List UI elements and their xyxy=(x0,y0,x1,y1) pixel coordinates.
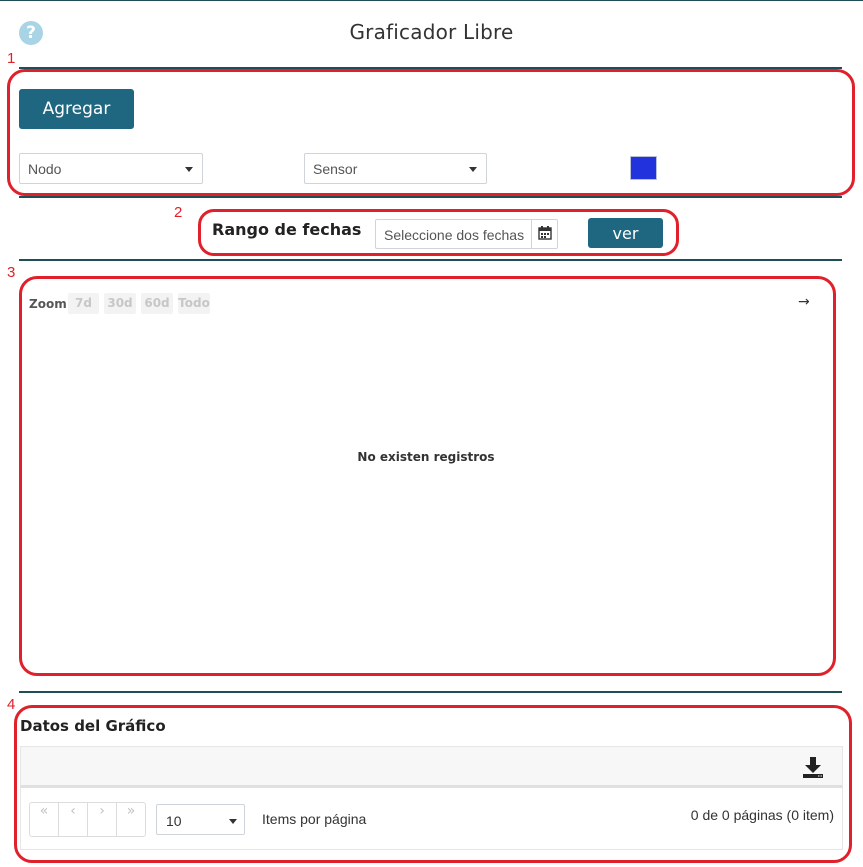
divider-4 xyxy=(19,691,842,693)
next-page-button[interactable]: › xyxy=(88,803,117,836)
top-rule xyxy=(0,0,863,1)
first-page-button[interactable]: « xyxy=(30,803,59,836)
zoom-7d-button[interactable]: 7d xyxy=(68,293,99,314)
sensor-select-value: Sensor xyxy=(313,161,358,177)
node-select-value: Nodo xyxy=(28,161,62,177)
calendar-icon[interactable] xyxy=(531,220,557,248)
zoom-label: Zoom xyxy=(29,297,67,311)
table-pager: « ‹ › » 10 Items por página 0 de 0 págin… xyxy=(20,788,843,850)
items-per-page-label: Items por página xyxy=(262,811,367,827)
previous-page-button[interactable]: ‹ xyxy=(59,803,88,836)
arrow-right-icon[interactable]: → xyxy=(798,294,810,310)
chevron-down-icon xyxy=(229,819,237,824)
annotation-number-4: 4 xyxy=(7,696,16,713)
divider-1 xyxy=(19,67,842,69)
zoom-all-button[interactable]: Todo xyxy=(178,293,210,314)
last-page-button[interactable]: » xyxy=(117,803,145,836)
view-button[interactable]: ver xyxy=(588,218,663,248)
sensor-select[interactable]: Sensor xyxy=(304,153,487,184)
chevron-down-icon xyxy=(185,167,193,172)
chevron-down-icon xyxy=(469,167,477,172)
page-size-value: 10 xyxy=(166,813,182,829)
page-size-select[interactable]: 10 xyxy=(156,804,245,835)
date-range-placeholder: Seleccione dos fechas xyxy=(384,227,525,243)
table-toolbar xyxy=(20,746,843,788)
table-title: Datos del Gráfico xyxy=(20,717,166,735)
download-icon[interactable] xyxy=(802,756,824,778)
page-title: Graficador Libre xyxy=(349,20,514,44)
zoom-30d-button[interactable]: 30d xyxy=(104,293,136,314)
node-select[interactable]: Nodo xyxy=(19,153,203,184)
annotation-number-1: 1 xyxy=(7,50,16,67)
series-color-picker[interactable] xyxy=(630,156,657,180)
empty-chart-message: No existen registros xyxy=(357,450,495,464)
date-range-input[interactable]: Seleccione dos fechas xyxy=(375,219,558,249)
divider-2 xyxy=(19,196,842,198)
page-info: 0 de 0 páginas (0 item) xyxy=(690,807,834,823)
annotation-box-3 xyxy=(19,276,836,676)
zoom-60d-button[interactable]: 60d xyxy=(141,293,173,314)
date-range-label: Rango de fechas xyxy=(212,220,362,239)
add-button[interactable]: Agregar xyxy=(19,89,134,129)
annotation-number-2: 2 xyxy=(174,204,183,221)
pager-buttons: « ‹ › » xyxy=(29,802,146,837)
divider-3 xyxy=(19,259,842,261)
annotation-number-3: 3 xyxy=(7,264,16,281)
